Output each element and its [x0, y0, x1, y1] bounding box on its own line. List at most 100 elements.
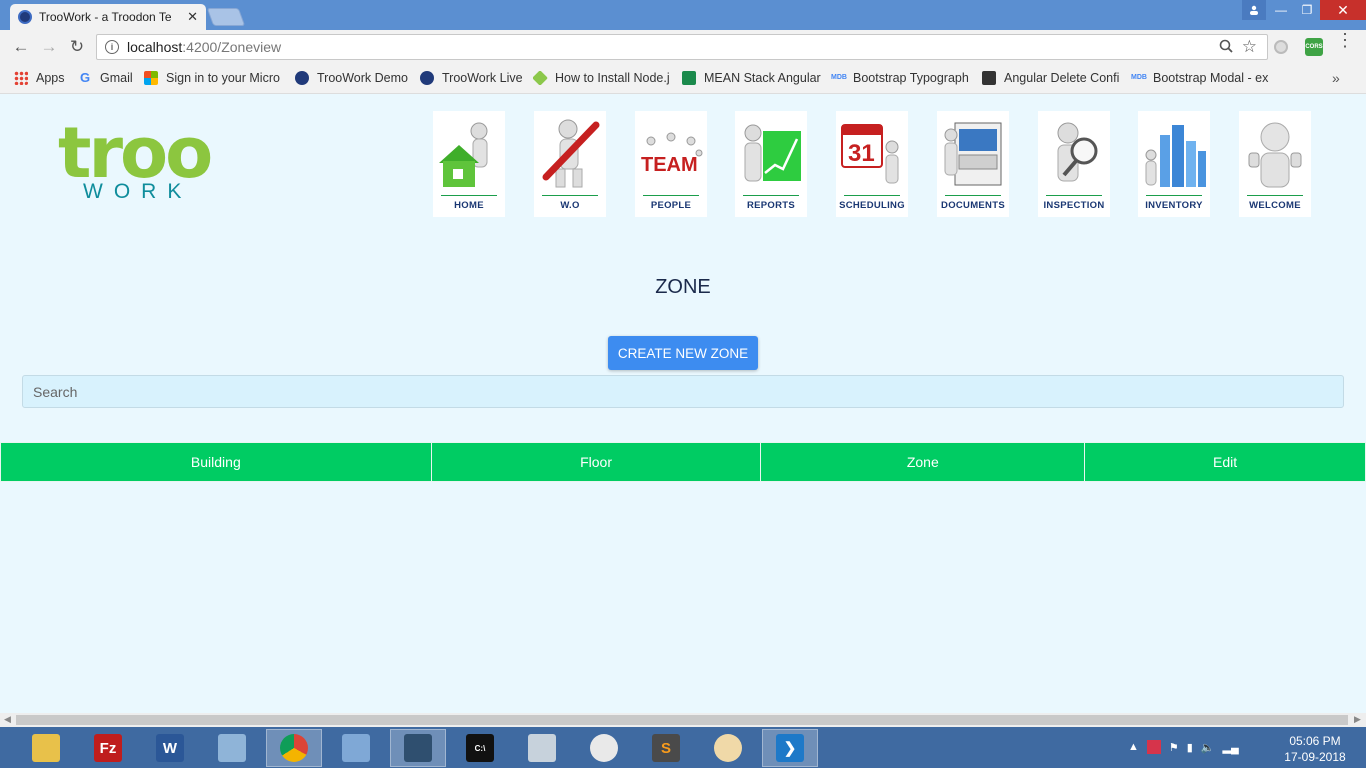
bookmark-gmail[interactable]: G Gmail — [78, 71, 133, 85]
filezilla-icon: Fz — [94, 734, 122, 762]
battery-icon[interactable]: ▮ — [1187, 741, 1193, 754]
bookmark-label: TrooWork Demo — [317, 71, 408, 85]
taskbar-cmd[interactable]: C:\ — [452, 729, 508, 767]
nav-label: INVENTORY — [1145, 200, 1203, 211]
taskbar-sublime-text[interactable]: S — [638, 729, 694, 767]
taskbar-chrome[interactable] — [266, 729, 322, 767]
action-center-flag-icon[interactable]: ⚑ — [1169, 741, 1179, 754]
taskbar-snipping-tool[interactable] — [576, 729, 632, 767]
create-new-zone-button[interactable]: CREATE NEW ZONE — [608, 336, 758, 370]
bookmark-troowork-live[interactable]: TrooWork Live — [420, 71, 523, 85]
taskbar-paint[interactable] — [700, 729, 756, 767]
cors-extension-icon[interactable]: CORS — [1305, 38, 1323, 56]
network-signal-icon[interactable]: ▂▄ — [1223, 741, 1239, 754]
back-arrow-icon[interactable]: ← — [10, 36, 32, 58]
volume-icon[interactable]: 🔈 — [1201, 741, 1215, 754]
taskbar-virtualbox[interactable] — [328, 729, 384, 767]
nav-work-orders[interactable]: W.O — [534, 111, 606, 217]
browser-toolbar: ← → ↻ i localhost:4200/Zoneview ☆ — [0, 30, 1366, 64]
troowork-icon — [295, 71, 309, 85]
scroll-right-icon[interactable]: ▶ — [1354, 714, 1361, 725]
taskbar-file-explorer[interactable] — [18, 729, 74, 767]
documents-cabinet-icon — [944, 122, 1002, 186]
tile-separator — [441, 195, 497, 196]
new-tab-button[interactable] — [206, 8, 246, 26]
search-input[interactable] — [22, 375, 1344, 408]
magnifier-icon — [1057, 122, 1098, 182]
bookmark-nodejs[interactable]: How to Install Node.j — [533, 71, 671, 85]
column-header-edit[interactable]: Edit — [1084, 442, 1366, 482]
site-info-icon[interactable]: i — [105, 40, 119, 54]
page-title: ZONE — [655, 276, 711, 298]
user-profile-icon[interactable] — [1242, 0, 1266, 20]
column-header-building[interactable]: Building — [0, 442, 432, 482]
taskbar-word[interactable]: W — [142, 729, 198, 767]
snipping-tool-icon — [590, 734, 618, 762]
tile-separator — [945, 195, 1001, 196]
bookmark-apps[interactable]: Apps — [14, 71, 65, 85]
forward-arrow-icon[interactable]: → — [38, 36, 60, 58]
nav-home[interactable]: HOME — [433, 111, 505, 217]
nav-documents[interactable]: DOCUMENTS — [937, 111, 1009, 217]
bookmark-troowork-demo[interactable]: TrooWork Demo — [295, 71, 408, 85]
extension-circle-icon[interactable] — [1274, 40, 1288, 54]
taskbar-calculator[interactable] — [514, 729, 570, 767]
tray-expand-icon[interactable]: ▲ — [1128, 741, 1139, 753]
horizontal-scrollbar[interactable]: ◀ ▶ — [0, 713, 1366, 727]
scroll-left-icon[interactable]: ◀ — [4, 714, 11, 725]
zoom-magnifier-icon[interactable] — [1219, 39, 1233, 57]
taskbar-mysql-workbench[interactable] — [390, 729, 446, 767]
logo-wordmark-work: WORK — [83, 180, 193, 203]
nav-label: W.O — [560, 200, 580, 211]
column-header-zone[interactable]: Zone — [760, 442, 1086, 482]
clock-date: 17-09-2018 — [1284, 750, 1346, 764]
bookmark-star-icon[interactable]: ☆ — [1242, 37, 1257, 57]
logo-wordmark-troo: troo — [58, 112, 213, 194]
taskbar-clock[interactable]: 05:06 PM 17-09-2018 — [1270, 733, 1360, 765]
taskbar-filezilla[interactable]: Fz — [80, 729, 136, 767]
nav-inventory[interactable]: INVENTORY — [1138, 111, 1210, 217]
tile-separator — [1146, 195, 1202, 196]
bootstrap-icon — [982, 71, 996, 85]
nav-label: REPORTS — [746, 200, 796, 211]
taskbar-notepad[interactable] — [204, 729, 260, 767]
tile-separator — [643, 195, 699, 196]
address-bar[interactable]: i localhost:4200/Zoneview ☆ — [96, 34, 1268, 60]
taskbar-vscode[interactable]: ❯ — [762, 729, 818, 767]
window-restore-button[interactable]: ❐ — [1294, 0, 1320, 20]
microsoft-icon — [144, 71, 158, 85]
zone-table: Building Floor Zone Edit — [0, 442, 1366, 482]
bookmark-microsoft[interactable]: Sign in to your Micro — [144, 71, 284, 85]
svg-text:TEAM: TEAM — [641, 154, 698, 176]
notepad-icon — [218, 734, 246, 762]
bookmarks-bar: Apps G Gmail Sign in to your Micro TrooW… — [0, 64, 1366, 94]
troowork-logo[interactable]: troo WORK — [58, 112, 213, 213]
bookmark-label: How to Install Node.j — [555, 71, 670, 85]
window-close-button[interactable]: ✕ — [1320, 0, 1366, 20]
tab-close-icon[interactable]: ✕ — [187, 9, 198, 25]
bookmark-bootstrap-typography[interactable]: MDB Bootstrap Typograph — [831, 71, 969, 85]
browser-menu-icon[interactable]: ⋮ — [1336, 31, 1354, 49]
bookmark-mean-stack[interactable]: MEAN Stack Angular — [682, 71, 821, 85]
bookmark-bootstrap-modal[interactable]: MDB Bootstrap Modal - ex — [1131, 71, 1269, 85]
bookmarks-overflow-icon[interactable]: » — [1332, 70, 1340, 86]
nav-inspection[interactable]: INSPECTION — [1038, 111, 1110, 217]
bookmark-angular-delete[interactable]: Angular Delete Confi — [982, 71, 1120, 85]
tray-app-icon[interactable] — [1146, 740, 1161, 754]
nav-reports[interactable]: REPORTS — [735, 111, 807, 217]
scrollbar-thumb[interactable] — [16, 715, 1348, 725]
column-header-floor[interactable]: Floor — [430, 442, 762, 482]
browser-tab-active[interactable]: TrooWork - a Troodon Te ✕ — [10, 4, 206, 30]
nav-people[interactable]: TEAM PEOPLE — [635, 111, 707, 217]
nav-label: SCHEDULING — [839, 200, 905, 211]
team-icon: TEAM — [641, 132, 703, 176]
window-minimize-button[interactable]: — — [1268, 0, 1294, 20]
bookmark-label: Angular Delete Confi — [1004, 71, 1120, 85]
table-header-row: Building Floor Zone Edit — [0, 442, 1366, 482]
reload-icon[interactable]: ↻ — [66, 36, 88, 58]
nav-scheduling[interactable]: 31 SCHEDULING — [836, 111, 908, 217]
nav-welcome[interactable]: WELCOME — [1239, 111, 1311, 217]
tile-separator — [1247, 195, 1303, 196]
nodejs-icon — [533, 71, 548, 85]
mdb-icon: MDB — [831, 74, 847, 81]
